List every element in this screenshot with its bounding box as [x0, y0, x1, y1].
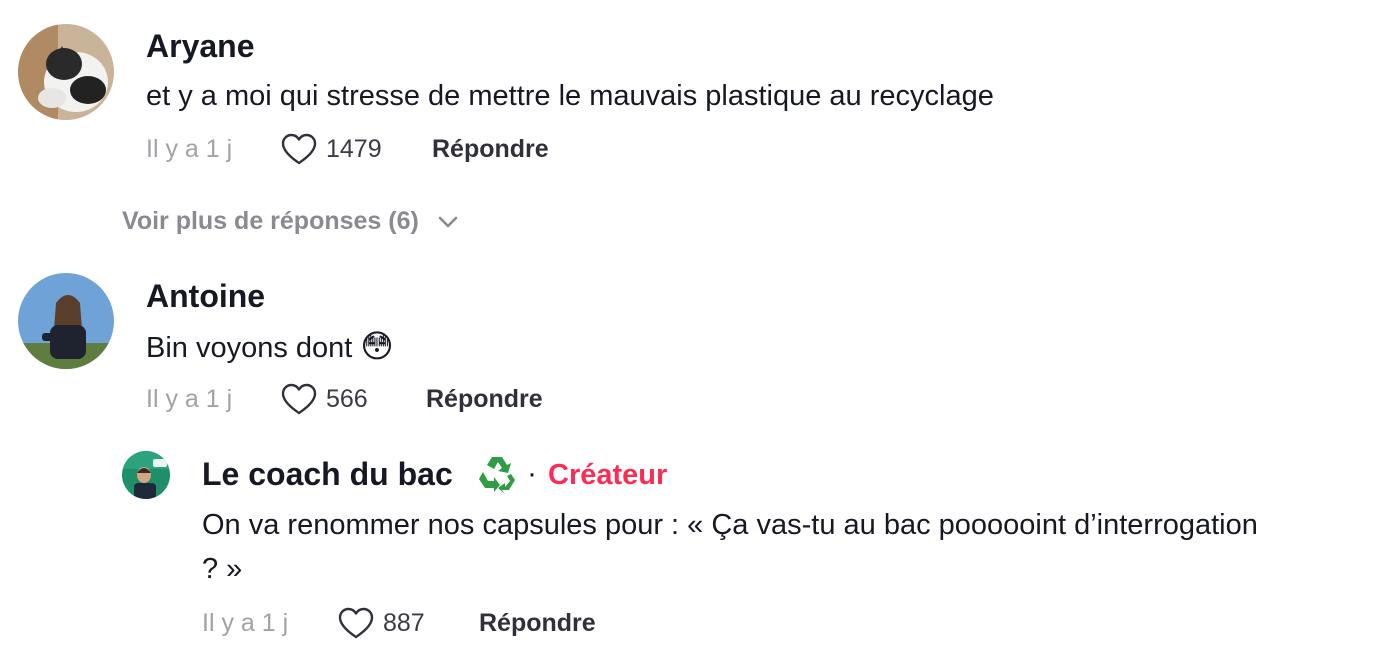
avatar[interactable]	[18, 273, 114, 369]
like-count: 1479	[326, 135, 382, 163]
recycle-icon	[476, 452, 518, 494]
view-more-replies-button[interactable]: Voir plus de réponses (6)	[122, 206, 459, 236]
reply-button[interactable]: Répondre	[479, 608, 596, 638]
like-count: 566	[326, 385, 368, 413]
flushed-face-emoji: 😳	[360, 328, 394, 364]
heart-outline-icon	[337, 606, 375, 640]
comment-text: et y a moi qui stresse de mettre le mauv…	[146, 80, 994, 112]
like-button[interactable]: 1479	[280, 131, 382, 167]
comment-time: Il y a 1 j	[202, 609, 289, 637]
separator-dot: ·	[527, 457, 537, 490]
reply-button[interactable]: Répondre	[426, 384, 543, 414]
comment-text-line-1: On va renommer nos capsules pour : « Ça …	[202, 509, 1258, 541]
heart-outline-icon	[280, 382, 318, 416]
like-count: 887	[383, 609, 425, 637]
like-button[interactable]: 887	[337, 605, 425, 641]
comment-text-body: Bin voyons dont	[146, 332, 353, 364]
comment-time: Il y a 1 j	[146, 385, 233, 413]
like-button[interactable]: 566	[280, 381, 368, 417]
chevron-down-icon	[419, 206, 459, 236]
comment-text: Bin voyons dont 😳	[146, 324, 394, 370]
comment-text-line-2: ? »	[202, 553, 243, 585]
avatar[interactable]	[122, 451, 170, 499]
reply-button[interactable]: Répondre	[432, 134, 549, 164]
username[interactable]: Le coach du bac	[202, 455, 453, 493]
view-more-replies-label: Voir plus de réponses (6)	[122, 207, 419, 235]
comment-time: Il y a 1 j	[146, 135, 233, 163]
username[interactable]: Aryane	[146, 27, 255, 65]
heart-outline-icon	[280, 132, 318, 166]
username[interactable]: Antoine	[146, 277, 265, 315]
avatar[interactable]	[18, 24, 114, 120]
creator-badge: Créateur	[548, 459, 668, 491]
